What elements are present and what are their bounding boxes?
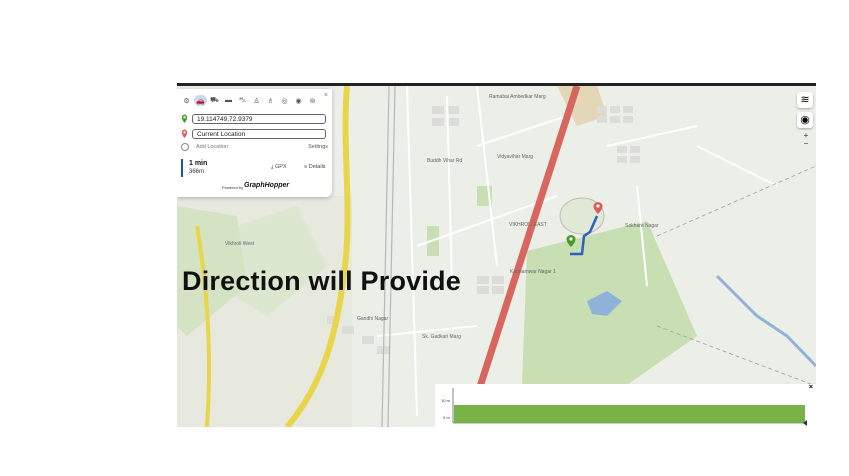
map-label-kannamwar: Kannamwar Nagar 1	[510, 269, 556, 275]
powered-by-label: Powered by	[222, 185, 244, 190]
zoom-out-button[interactable]: −	[801, 140, 811, 148]
map-label-vikhroli-east: VIKHROLI EAST	[509, 222, 547, 228]
elevation-area	[454, 405, 805, 423]
settings-button[interactable]: Settings	[308, 144, 328, 150]
add-location-icon[interactable]	[181, 143, 189, 151]
details-button[interactable]: ≡ Details	[304, 164, 326, 170]
panel-close-button[interactable]: ×	[324, 92, 328, 99]
map-label-ramabai: Ramabai Ambedkar Marg	[489, 94, 546, 100]
add-location-button[interactable]: Add Location	[196, 144, 228, 150]
list-icon: ≡	[304, 164, 308, 170]
route-duration: 1 min	[189, 160, 208, 167]
scooter-icon[interactable]: ⛍	[236, 95, 249, 106]
gear-icon[interactable]: ⚙	[180, 95, 193, 106]
car-icon[interactable]: 🚗	[194, 95, 207, 106]
route-distance: 366m	[189, 169, 205, 175]
elevation-panel: × 10 m 0 m	[435, 384, 816, 427]
elevation-close-button[interactable]: ×	[809, 384, 813, 391]
elevation-chart[interactable]	[435, 384, 816, 427]
map-label-vidyavihar: Vidyavihar Marg	[497, 154, 534, 160]
route-summary[interactable]: 1 min 366m ⤓ GPX ≡ Details	[181, 159, 330, 177]
start-location-input[interactable]: 19.114749,72.9379	[192, 114, 326, 124]
travel-mode-bar: ⚙ 🚗 ⛟ ▬ ⛍ ♙ ♗ ◎ ◉ ⊚	[180, 95, 319, 106]
brand-logo: GraphHopper	[244, 182, 290, 189]
download-icon: ⤓	[271, 164, 274, 170]
mtb-icon[interactable]: ◉	[292, 95, 305, 106]
locate-icon: ◉	[800, 114, 810, 126]
walk-icon[interactable]: ♙	[250, 95, 263, 106]
map-view[interactable]: Ramabai Ambedkar Marg Vikhroli West VIKH…	[177, 83, 816, 427]
gpx-button[interactable]: ⤓ GPX	[271, 164, 287, 171]
truck-icon[interactable]: ⛟	[208, 95, 221, 106]
routing-panel: × ⚙ 🚗 ⛟ ▬ ⛍ ♙ ♗ ◎ ◉ ⊚ 19.114749,72.9379 …	[177, 89, 332, 197]
map-label-vikhroli-west: Vikhroli West	[225, 241, 254, 247]
layers-icon: ≋	[800, 94, 810, 106]
map-label-budh: Buddh Vihar Rd	[427, 158, 463, 164]
zoom-controls: + −	[801, 132, 811, 148]
map-label-gadkari: Sk. Gadkari Marg	[422, 334, 461, 340]
map-label-sakhare: Sakhare Nagar	[625, 223, 659, 229]
map-label-gandhi: Gandhi Nagar	[357, 316, 389, 322]
elevation-y-bottom: 0 m	[443, 415, 450, 420]
end-location-input[interactable]: Current Location	[192, 129, 326, 139]
layers-button[interactable]: ≋	[797, 92, 813, 108]
bus-icon[interactable]: ▬	[222, 95, 235, 106]
elevation-y-top: 10 m	[441, 398, 450, 403]
racingbike-icon[interactable]: ⊚	[306, 95, 319, 106]
end-marker-icon	[181, 129, 188, 138]
hike-icon[interactable]: ♗	[264, 95, 277, 106]
locate-button[interactable]: ◉	[797, 112, 813, 128]
bike-icon[interactable]: ◎	[278, 95, 291, 106]
overlay-heading: Direction will Provide	[182, 266, 461, 296]
start-marker-icon	[181, 114, 188, 123]
